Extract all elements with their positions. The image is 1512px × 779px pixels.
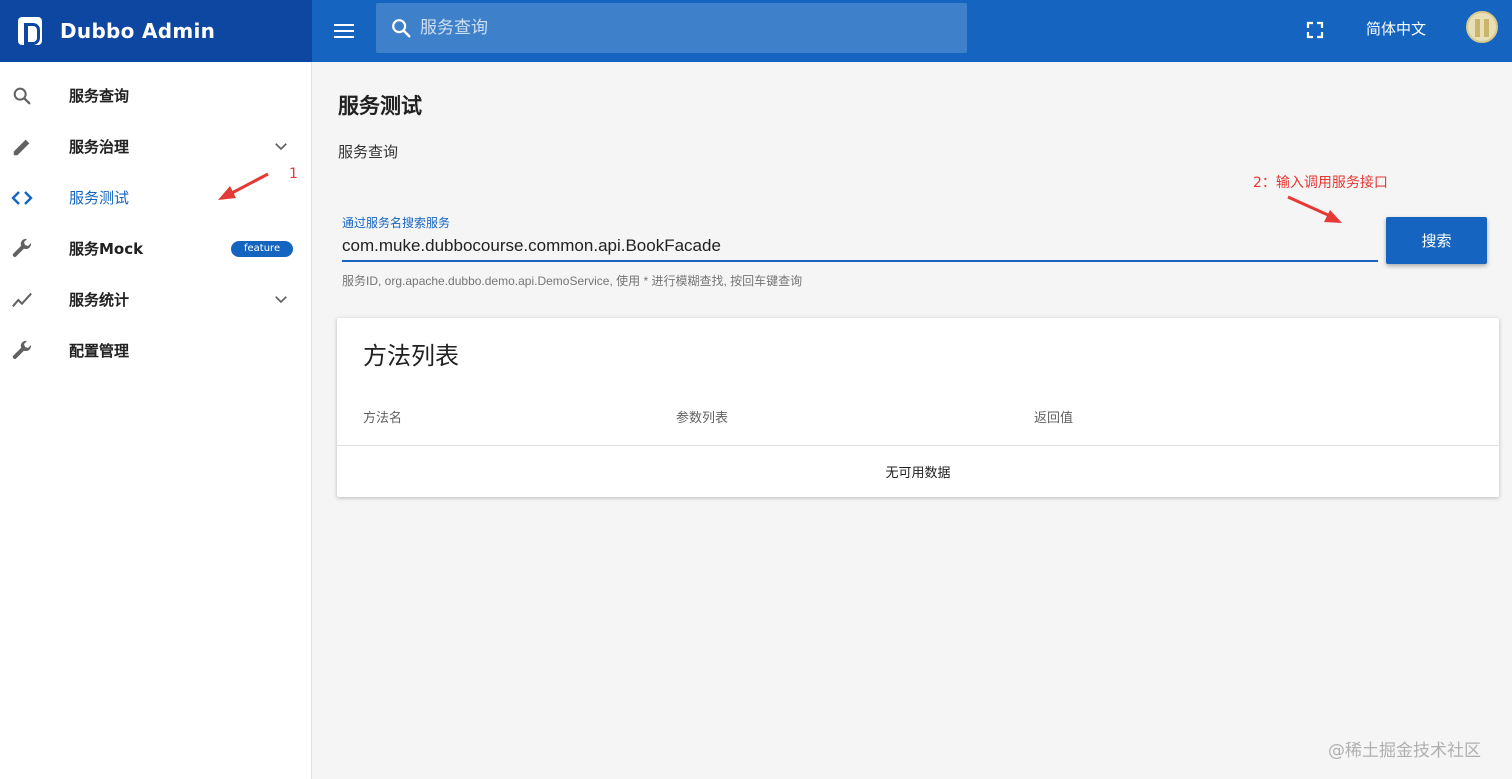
sidebar-item-config-management[interactable]: 配置管理 [0, 325, 311, 376]
service-search-label: 通过服务名搜索服务 [342, 216, 451, 230]
column-header-method-name[interactable]: 方法名 [363, 407, 402, 426]
language-switcher[interactable]: 简体中文 [1366, 18, 1426, 39]
code-icon [10, 186, 34, 210]
table-empty-row: 无可用数据 [885, 466, 951, 481]
sidebar-item-label: 配置管理 [69, 342, 130, 360]
sidebar-item-service-mock[interactable]: 服务Mock feature [0, 223, 311, 274]
search-button[interactable]: 搜索 [1386, 217, 1487, 264]
brand: Dubbo Admin [0, 0, 312, 62]
avatar[interactable] [1466, 11, 1498, 43]
page-title: 服务测试 [338, 94, 422, 118]
search-icon [10, 84, 34, 108]
annotation-arrow-icon [218, 172, 269, 200]
main-content: 服务测试 服务查询 通过服务名搜索服务 服务ID, org.apache.dub… [312, 62, 1512, 779]
annotation-step-2: 2：输入调用服务接口 [1253, 175, 1388, 191]
sidebar-item-label: 服务治理 [69, 138, 130, 156]
sidebar-item-service-query[interactable]: 服务查询 [0, 70, 311, 121]
fullscreen-button[interactable] [1303, 18, 1327, 42]
section-label: 服务查询 [338, 143, 399, 161]
wrench-icon [10, 339, 34, 363]
fullscreen-icon [1306, 21, 1324, 39]
annotation-step-1: 1 [289, 166, 298, 182]
chevron-down-icon[interactable] [272, 137, 290, 155]
chevron-down-icon[interactable] [272, 290, 290, 308]
sidebar-item-service-statistics[interactable]: 服务统计 [0, 274, 311, 325]
sidebar-item-label: 服务测试 [69, 189, 130, 207]
annotation-arrow-icon [1287, 195, 1342, 223]
sidebar-item-label: 服务Mock [69, 240, 144, 258]
wrench-icon [10, 237, 34, 261]
dubbo-logo-icon [18, 17, 42, 45]
sidebar-item-label: 服务统计 [69, 291, 130, 309]
service-search-hint: 服务ID, org.apache.dubbo.demo.api.DemoServ… [342, 274, 803, 288]
method-list-card: 方法列表 方法名 参数列表 返回值 无可用数据 [337, 318, 1499, 497]
chart-line-icon [10, 288, 34, 312]
pencil-icon [10, 135, 34, 159]
service-search-input[interactable] [342, 232, 1378, 262]
menu-toggle-button[interactable] [312, 0, 376, 62]
watermark: @稀土掘金技术社区 [1328, 741, 1481, 761]
top-search-input[interactable] [420, 18, 940, 38]
column-header-return-value[interactable]: 返回值 [1034, 407, 1073, 426]
top-search-bar[interactable] [376, 3, 967, 53]
search-icon [392, 19, 411, 38]
sidebar-item-label: 服务查询 [69, 87, 130, 105]
app-title: Dubbo Admin [60, 19, 216, 43]
top-app-bar: Dubbo Admin 简体中文 [0, 0, 1512, 62]
feature-badge: feature [231, 241, 294, 257]
menu-icon [334, 24, 354, 38]
method-list-title: 方法列表 [363, 342, 459, 370]
column-header-parameters[interactable]: 参数列表 [676, 407, 728, 426]
sidebar-item-service-governance[interactable]: 服务治理 [0, 121, 311, 172]
